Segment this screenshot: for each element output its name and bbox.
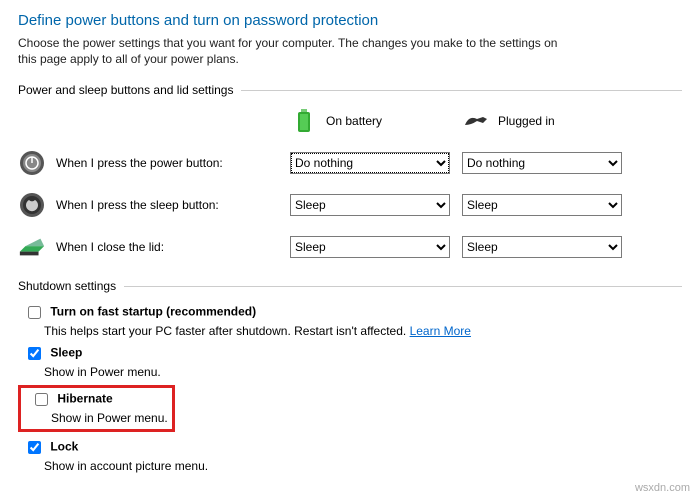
plug-icon [462,107,490,135]
fast-startup-label: Turn on fast startup (recommended) [50,305,256,319]
hibernate-sub: Show in Power menu. [51,411,168,425]
section-power-sleep-lid: Power and sleep buttons and lid settings [18,83,682,97]
row-sleep-button: When I press the sleep button: [18,191,278,219]
power-button-icon [18,149,46,177]
section-shutdown-settings: Shutdown settings [18,279,682,293]
page-description: Choose the power settings that you want … [18,35,578,67]
battery-icon [290,107,318,135]
lock-label: Lock [50,440,78,454]
sleep-checkbox[interactable] [28,347,41,360]
hibernate-checkbox[interactable] [35,393,48,406]
hibernate-label: Hibernate [57,392,112,406]
sleep-sub: Show in Power menu. [44,365,682,379]
power-button-battery-select[interactable]: Do nothing [290,152,450,174]
lid-plugged-select[interactable]: Sleep [462,236,622,258]
row-close-lid: When I close the lid: [18,233,278,261]
power-button-plugged-select[interactable]: Do nothing [462,152,622,174]
sleep-button-icon [18,191,46,219]
learn-more-link[interactable]: Learn More [410,324,471,338]
sleep-label: Sleep [50,346,82,360]
lock-sub: Show in account picture menu. [44,459,682,473]
sleep-button-plugged-select[interactable]: Sleep [462,194,622,216]
lock-checkbox[interactable] [28,441,41,454]
sleep-button-battery-select[interactable]: Sleep [290,194,450,216]
column-on-battery: On battery [290,107,450,135]
row-power-button: When I press the power button: [18,149,278,177]
hibernate-highlight: Hibernate Show in Power menu. [18,385,175,432]
lid-battery-select[interactable]: Sleep [290,236,450,258]
lid-icon [18,233,46,261]
fast-startup-sub: This helps start your PC faster after sh… [44,324,682,338]
watermark: wsxdn.com [635,482,690,494]
column-plugged-in: Plugged in [462,107,622,135]
fast-startup-checkbox[interactable] [28,306,41,319]
page-title: Define power buttons and turn on passwor… [18,12,682,29]
